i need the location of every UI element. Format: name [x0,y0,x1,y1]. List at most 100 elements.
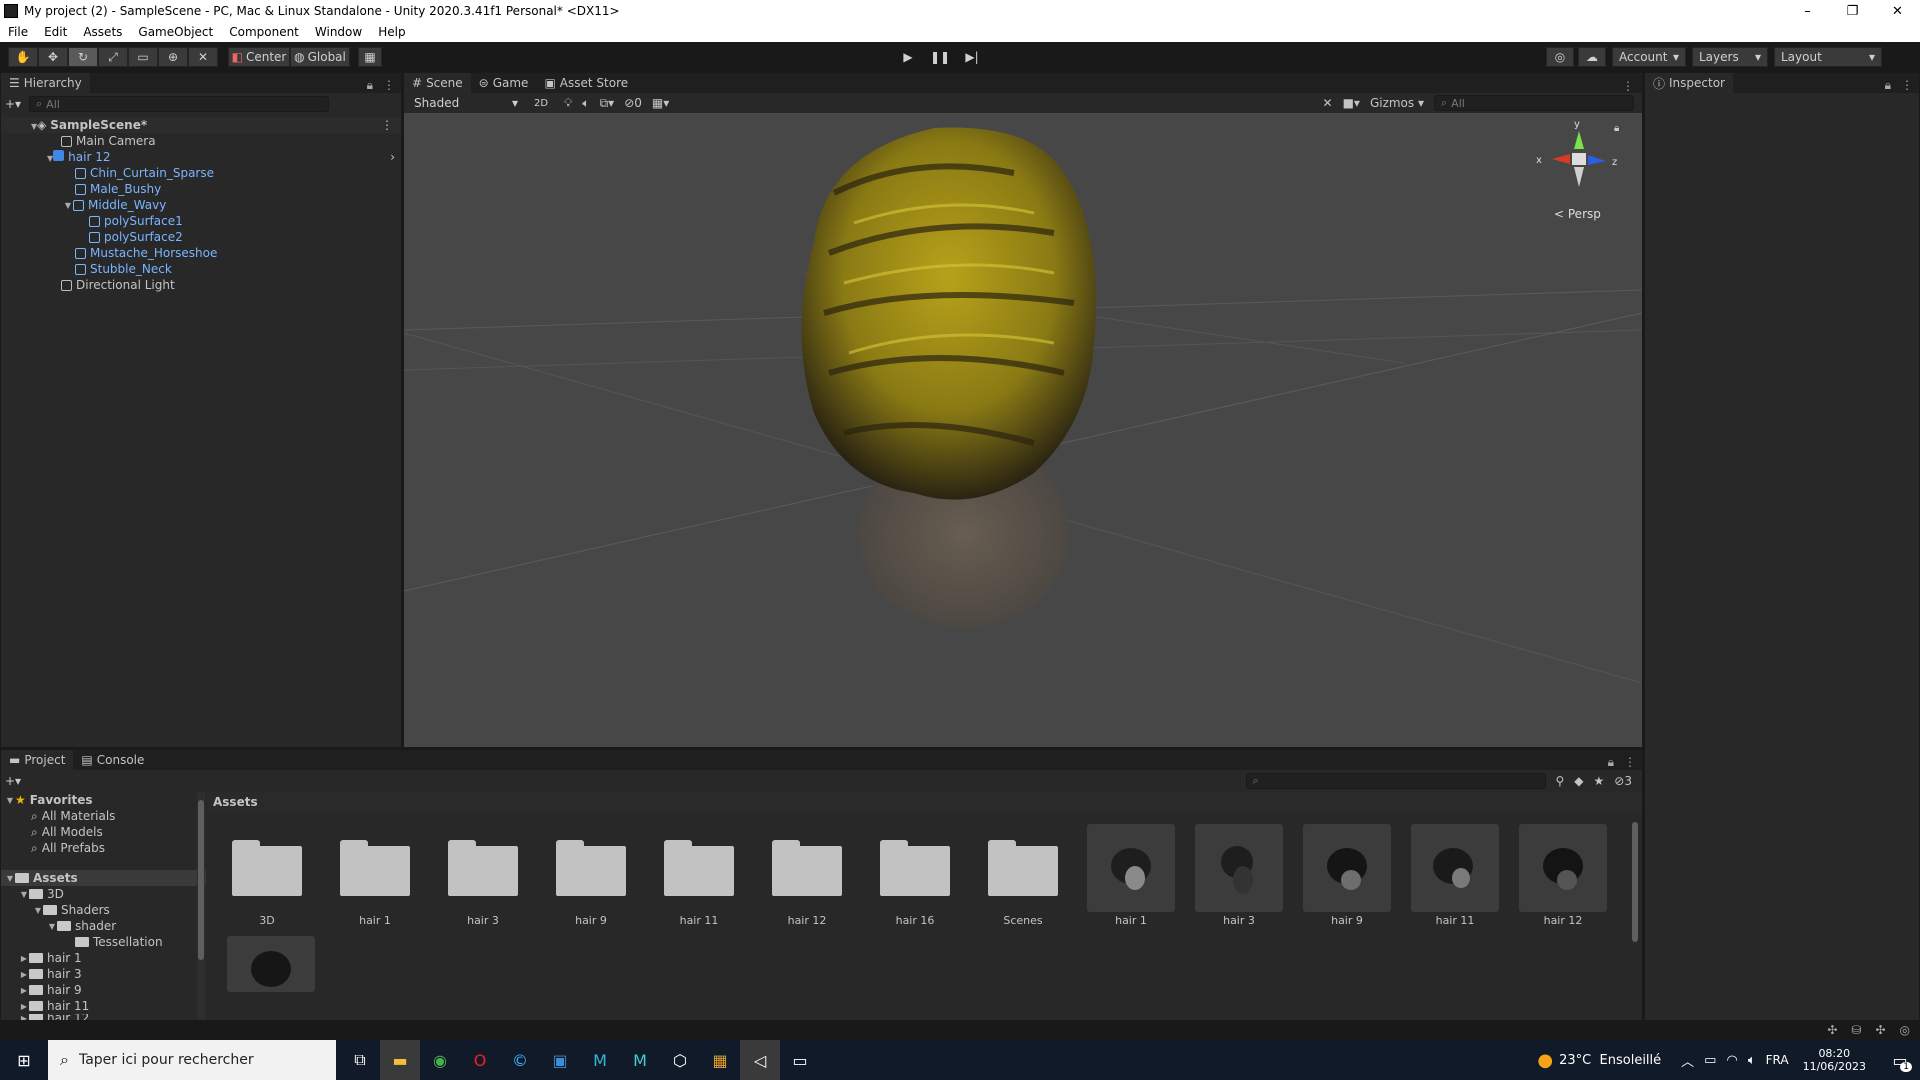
tab-game[interactable]: ⊜ Game [471,73,537,93]
rect-tool-icon[interactable]: ▭ [128,47,158,67]
audio-icon[interactable]: 🔈︎ [582,96,589,111]
model-asset[interactable]: hair 1 [1087,824,1175,927]
filter-type-icon[interactable]: ⚲ [1556,774,1565,788]
favorite-item[interactable]: ⌕ All Models [1,824,206,840]
folder-asset[interactable]: hair 3 [439,824,527,927]
progress-icon[interactable]: ◎ [1900,1023,1910,1037]
close-button[interactable]: ✕ [1875,0,1920,22]
scene-root[interactable]: ▼◈ SampleScene* ⋮ [1,117,401,133]
tab-asset-store[interactable]: ▣ Asset Store [536,73,636,93]
transform-tool-icon[interactable]: ⊕ [158,47,188,67]
folder-item[interactable]: ▼ shader [1,918,206,934]
label-icon[interactable]: ◆ [1574,774,1583,788]
kebab-menu-icon[interactable]: ⋮ [383,78,395,93]
projection-label[interactable]: < Persp [1554,207,1601,221]
folder-item[interactable]: ▶ hair 1 [1,950,206,966]
account-dropdown[interactable]: Account ▾ [1612,47,1686,67]
store-icon[interactable]: ▣ [540,1040,580,1080]
step-button[interactable]: ▶| [956,47,988,67]
folder-item[interactable]: ▶ hair 3 [1,966,206,982]
lock-icon[interactable]: 🔒︎ [367,78,373,93]
folder-asset[interactable]: hair 16 [871,824,959,927]
camera-icon[interactable]: ■▾ [1343,96,1360,110]
layout-dropdown[interactable]: Layout ▾ [1774,47,1882,67]
hierarchy-search-input[interactable]: ⌕ All [29,96,329,112]
breadcrumb[interactable]: Assets [207,792,1642,812]
tab-hierarchy[interactable]: ☰ Hierarchy [1,73,90,93]
menu-file[interactable]: File [0,25,36,39]
2d-toggle-button[interactable]: 2D [528,93,554,113]
hierarchy-item[interactable]: Male_Bushy [1,181,401,197]
unity-editor-icon[interactable]: ◁ [740,1040,780,1080]
unity-hub-icon[interactable]: ⬡ [660,1040,700,1080]
lighting-icon[interactable]: 💡︎ [564,96,572,111]
tab-project[interactable]: ▬ Project [1,750,74,770]
folder-asset[interactable]: 3D [223,824,311,927]
hand-tool-icon[interactable]: ✋ [8,47,38,67]
meet-now-icon[interactable]: ▭ [1704,1053,1716,1068]
layers-dropdown[interactable]: Layers ▾ [1692,47,1768,67]
lock-icon[interactable]: 🔒︎ [1885,78,1891,93]
file-explorer-icon[interactable]: ▬ [380,1040,420,1080]
tab-console[interactable]: ▤ Console [73,750,152,770]
move-tool-icon[interactable]: ✥ [38,47,68,67]
tree-scrollbar[interactable] [197,792,205,1032]
scale-tool-icon[interactable]: ⤢ [98,47,128,67]
folder-asset[interactable]: hair 9 [547,824,635,927]
chevron-right-icon[interactable]: › [390,150,395,164]
orientation-gizmo[interactable]: y x z 🔒︎ < Persp [1534,119,1624,229]
app-window-icon[interactable]: ▭ [780,1040,820,1080]
menu-window[interactable]: Window [307,25,370,39]
model-asset[interactable]: hair 9 [1303,824,1391,927]
model-asset[interactable]: hair 12 [1519,824,1607,927]
kebab-menu-icon[interactable]: ⋮ [381,118,393,132]
hierarchy-item[interactable]: polySurface1 [1,213,401,229]
custom-tool-icon[interactable]: ✕ [188,47,218,67]
menu-edit[interactable]: Edit [36,25,75,39]
hierarchy-item[interactable]: Chin_Curtain_Sparse [1,165,401,181]
clock[interactable]: 08:20 11/06/2023 [1803,1047,1866,1073]
folder-item[interactable]: Tessellation [1,934,206,950]
folder-asset[interactable]: hair 1 [331,824,419,927]
restore-button[interactable]: ❐ [1830,0,1875,22]
chevron-up-icon[interactable]: ︿ [1681,1051,1694,1070]
hierarchy-item[interactable]: Directional Light [1,277,401,293]
opera-icon[interactable]: O [460,1040,500,1080]
star-icon[interactable]: ★ [1594,774,1605,788]
bake-icon[interactable]: ✣ [1875,1023,1885,1037]
maya-icon[interactable]: M [580,1040,620,1080]
tools-icon[interactable]: ✕ [1323,96,1333,110]
tab-inspector[interactable]: ⓘ Inspector [1645,73,1733,93]
hierarchy-item[interactable]: ▼ hair 12 › [1,149,401,165]
assets-header[interactable]: ▼ Assets [1,870,206,886]
weather-text[interactable]: 23°C Ensoleillé [1559,1053,1661,1068]
grid-icon[interactable]: ▦▾ [652,96,669,110]
hierarchy-item[interactable]: Mustache_Horseshoe [1,245,401,261]
maya-alt-icon[interactable]: M [620,1040,660,1080]
model-asset[interactable] [227,936,315,992]
hierarchy-item[interactable]: Stubble_Neck [1,261,401,277]
shading-mode-dropdown[interactable]: Shaded ▾ [408,93,524,113]
winrar-icon[interactable]: ▦ [700,1040,740,1080]
cloud-icon[interactable]: ☁ [1578,47,1606,67]
hierarchy-item[interactable]: polySurface2 [1,229,401,245]
menu-assets[interactable]: Assets [75,25,130,39]
notification-center-icon[interactable]: ▭ 1 [1880,1040,1920,1080]
folder-item[interactable]: ▶ hair 9 [1,982,206,998]
volume-icon[interactable]: 🔈︎ [1748,1053,1756,1068]
favorites-header[interactable]: ▼ ★ Favorites [1,792,206,808]
add-icon[interactable]: +▾ [5,97,29,111]
folder-asset[interactable]: hair 11 [655,824,743,927]
c-app-icon[interactable]: © [500,1040,540,1080]
scene-search-input[interactable]: ⌕ All [1434,95,1634,111]
menu-help[interactable]: Help [370,25,413,39]
collab-icon[interactable]: ◎ [1546,47,1574,67]
grid-snap-icon[interactable]: ▦ [358,47,382,67]
model-asset[interactable]: hair 11 [1411,824,1499,927]
folder-item[interactable]: ▼ 3D [1,886,206,902]
rotate-tool-icon[interactable]: ↻ [68,47,98,67]
task-view-icon[interactable]: ⧉ [340,1040,380,1080]
tab-scene[interactable]: # Scene [404,73,471,93]
menu-gameobject[interactable]: GameObject [130,25,221,39]
add-icon[interactable]: +▾ [5,774,21,788]
